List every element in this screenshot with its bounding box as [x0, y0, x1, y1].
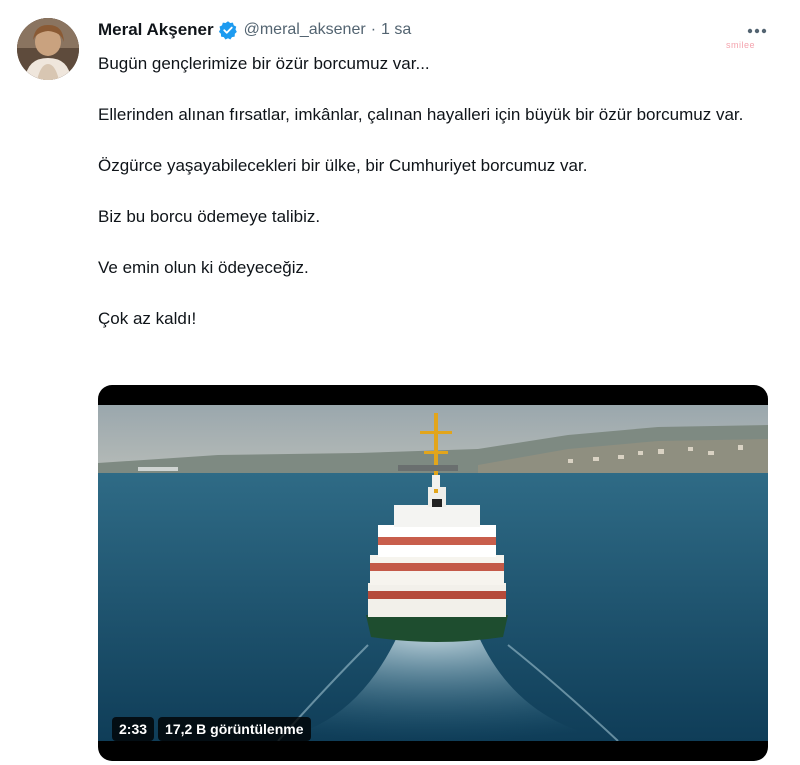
tweet-paragraph: Çok az kaldı!	[98, 309, 197, 328]
video-views: 17,2 B görüntülenme	[158, 717, 311, 741]
author-name[interactable]: Meral Akşener	[98, 20, 214, 40]
tweet-paragraph: Biz bu borcu ödemeye talibiz.	[98, 207, 321, 226]
watermark: smilee	[726, 40, 756, 50]
verified-badge-icon	[218, 20, 238, 40]
separator-dot: ·	[370, 21, 377, 38]
tweet-paragraph: Özgürce yaşayabilecekleri bir ülke, bir …	[98, 156, 588, 175]
avatar[interactable]	[17, 18, 79, 80]
tweet[interactable]: Meral Akşener @meral_aksener · 1 sa smil…	[0, 0, 800, 765]
author-handle[interactable]: @meral_aksener	[244, 21, 366, 39]
tweet-text: Bugün gençlerimize bir özür borcumuz var…	[98, 51, 748, 331]
video-thumbnail	[98, 405, 768, 741]
tweet-paragraph: Ve emin olun ki ödeyeceğiz.	[98, 258, 309, 277]
video-player[interactable]: 2:33 17,2 B görüntülenme	[98, 385, 768, 761]
tweet-time[interactable]: 1 sa	[381, 21, 411, 39]
more-icon[interactable]	[745, 24, 769, 36]
video-duration: 2:33	[112, 717, 155, 741]
video-overlay: 2:33 17,2 B görüntülenme	[112, 717, 311, 741]
tweet-paragraph: Bugün gençlerimize bir özür borcumuz var…	[98, 54, 430, 73]
avatar-image	[17, 18, 79, 80]
tweet-header: Meral Akşener @meral_aksener · 1 sa	[98, 20, 411, 40]
tweet-paragraph: Ellerinden alınan fırsatlar, imkânlar, ç…	[98, 105, 744, 124]
